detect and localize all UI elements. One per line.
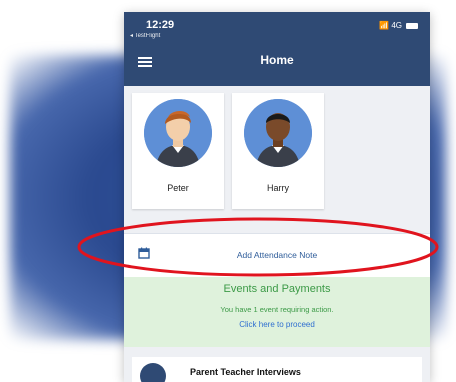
- events-panel: Events and Payments You have 1 event req…: [124, 277, 430, 347]
- events-subtitle: You have 1 event requiring action.: [220, 305, 334, 314]
- child-name: Harry: [267, 183, 289, 193]
- child-card-peter[interactable]: Peter: [132, 93, 224, 209]
- status-indicators: 📶 4G: [379, 21, 418, 30]
- parent-teacher-interviews-item[interactable]: Parent Teacher Interviews: [132, 357, 422, 382]
- page-title: Home: [260, 53, 294, 67]
- male-avatar-icon: [244, 99, 312, 167]
- battery-icon: [406, 22, 418, 29]
- add-attendance-note-button[interactable]: Add Attendance Note: [124, 233, 430, 279]
- proceed-link[interactable]: Click here to proceed: [124, 320, 430, 329]
- back-to-testflight-link[interactable]: ◂ TestFlight: [130, 32, 160, 39]
- interviews-label: Parent Teacher Interviews: [190, 367, 301, 377]
- add-attendance-note-label: Add Attendance Note: [236, 250, 318, 260]
- top-bar: 12:29 ◂ TestFlight 📶 4G Home: [124, 12, 430, 86]
- child-card-harry[interactable]: Harry: [232, 93, 324, 209]
- events-title: Events and Payments: [223, 283, 331, 295]
- signal-indicator: 📶 4G: [379, 21, 402, 30]
- male-avatar-icon: [144, 99, 212, 167]
- child-name: Peter: [167, 183, 189, 193]
- avatar: [140, 363, 166, 382]
- status-time: 12:29: [146, 19, 175, 31]
- phone-screen: 12:29 ◂ TestFlight 📶 4G Home Peter Harry…: [124, 12, 430, 382]
